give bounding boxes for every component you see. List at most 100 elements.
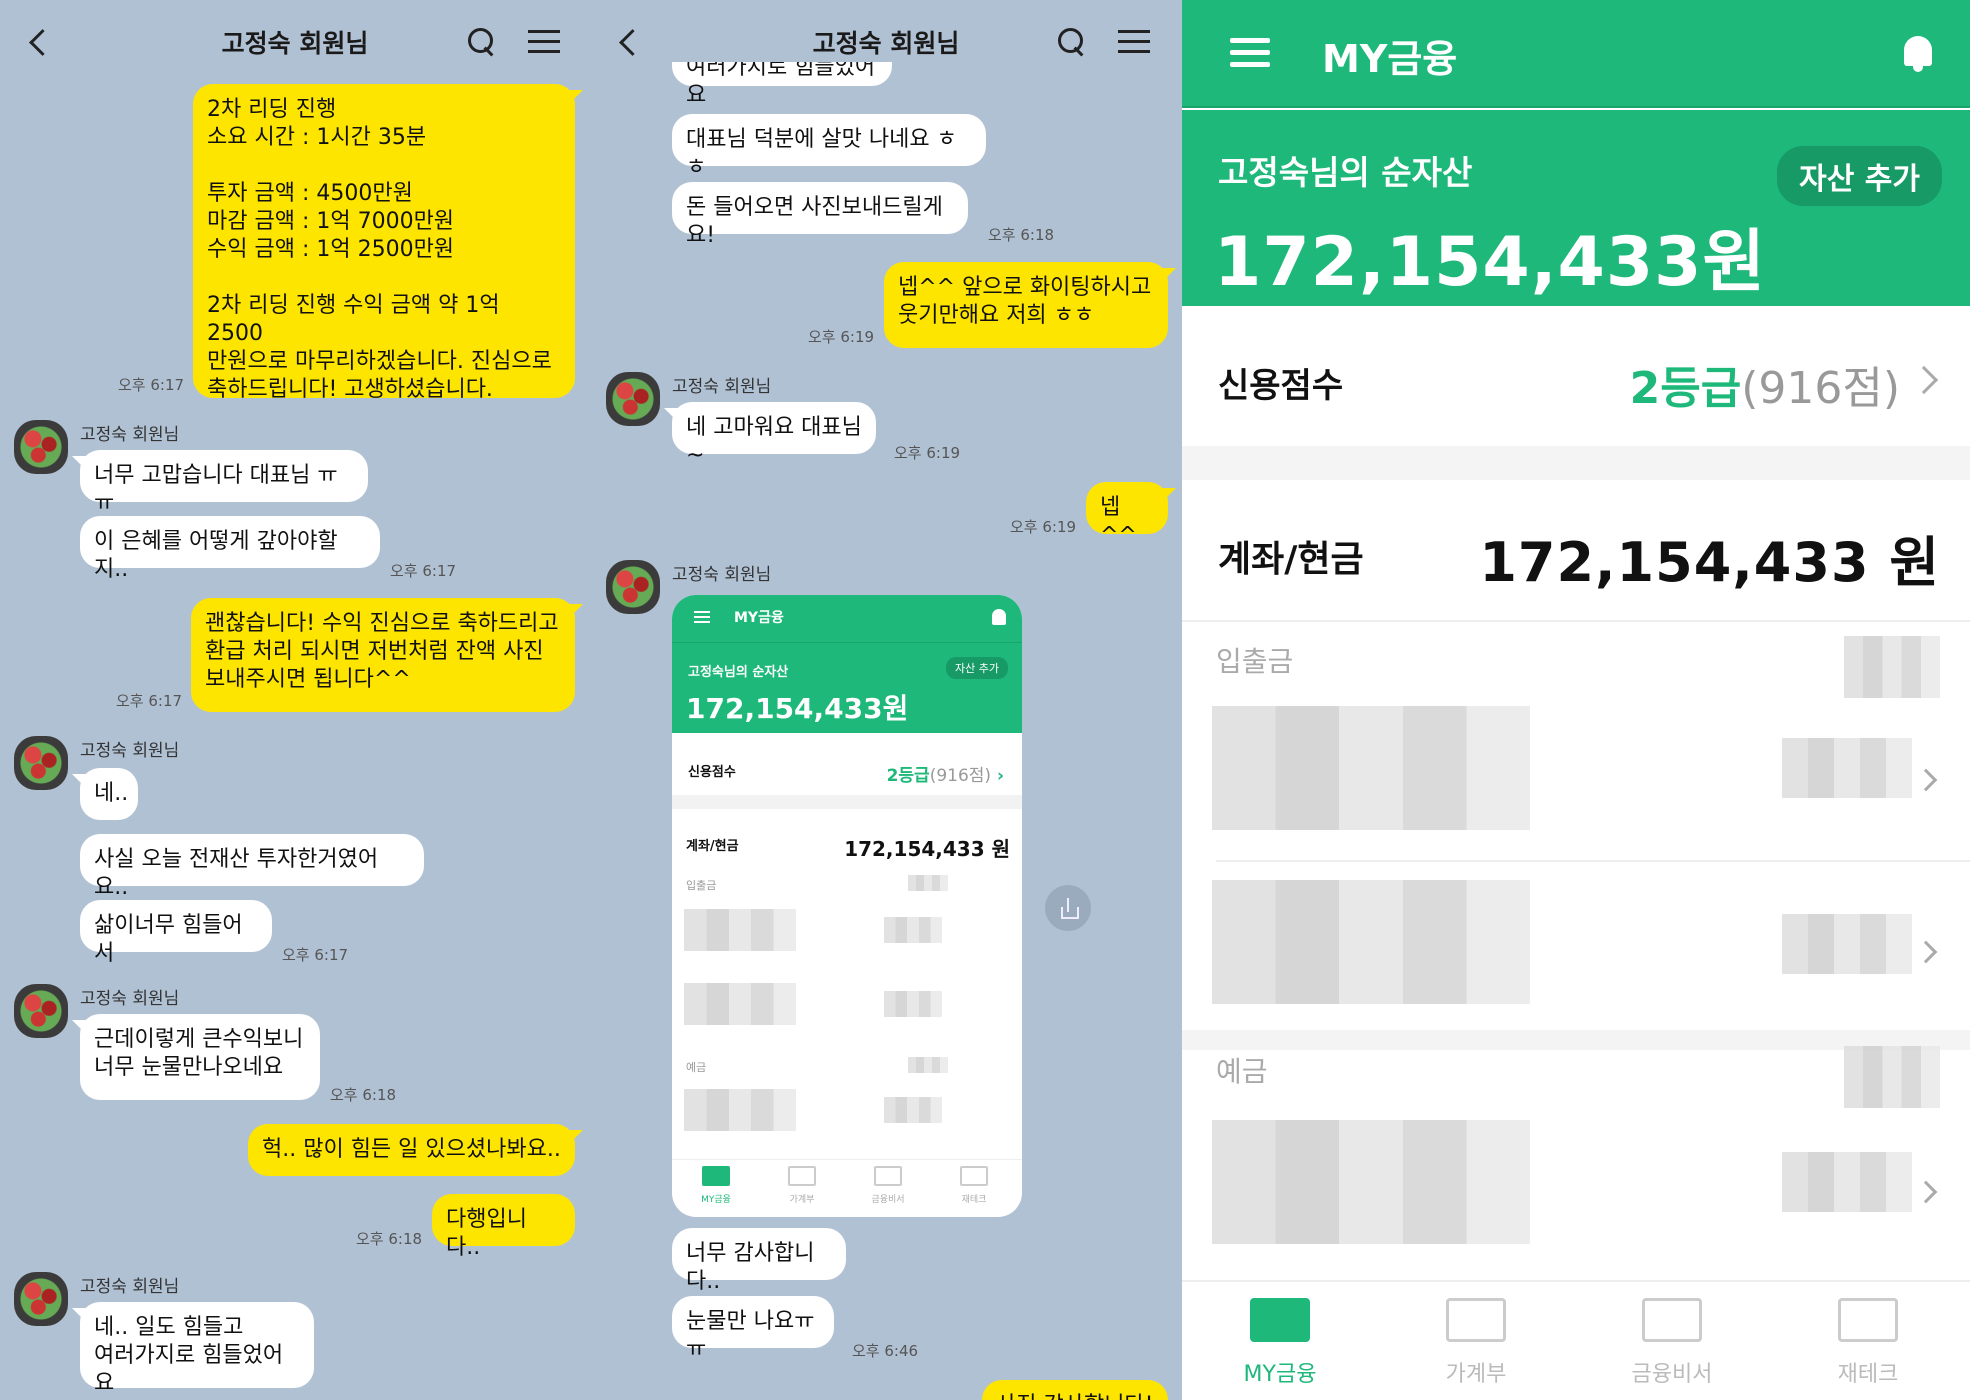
credit-grade: 2등급 [1629, 363, 1742, 414]
chat-bubble-theirs: 너무 고맙습니다 대표님 ㅠㅠ [72, 450, 368, 516]
sender-name: 고정숙 회원님 [672, 565, 772, 585]
avatar[interactable] [14, 420, 68, 474]
add-asset-button: 자산 추가 [946, 657, 1008, 679]
chevron-right-icon [1914, 1180, 1938, 1204]
chat-bubble-theirs: 네 고마워요 대표님~ [664, 402, 876, 468]
chat-bubble-theirs: 대표님 덕분에 살맛 나네요 ㅎㅎ [672, 114, 986, 180]
bottom-nav: MY금융 가계부 금융비서 재테크 [1182, 1280, 1970, 1400]
credit-points: (916점) [929, 766, 992, 786]
nav-my-finance: MY금융 [686, 1166, 746, 1205]
chat-bubble-mine: 다행입니다.. [432, 1194, 575, 1260]
chat-bubble-mine: 2차 리딩 진행 소요 시간 : 1시간 35분 투자 금액 : 4500만원 … [193, 84, 583, 402]
net-assets-label: 고정숙님의 순자산 [1218, 153, 1473, 192]
nav-household-book: 가계부 [772, 1166, 832, 1205]
app-title: MY금융 [1322, 37, 1458, 81]
blurred-content [1844, 636, 1940, 698]
blurred-content [1782, 1152, 1912, 1212]
nav-finance-assistant: 금융비서 [858, 1166, 918, 1205]
shared-screenshot-image[interactable]: MY금융 고정숙님의 순자산 자산 추가 172,154,433원 신용점수 2… [672, 595, 1022, 1217]
credit-score-row[interactable]: 신용점수 2등급(916점) [1182, 306, 1970, 446]
message-time: 오후 6:19 [894, 444, 961, 462]
sender-name: 고정숙 회원님 [672, 377, 772, 397]
account-cash-label: 계좌/현금 [1218, 539, 1364, 580]
sender-name: 고정숙 회원님 [80, 1277, 180, 1297]
document-icon [874, 1166, 902, 1186]
credit-score-row: 신용점수 2등급(916점) › [688, 765, 1004, 786]
message-time: 오후 6:19 [1010, 518, 1077, 536]
blurred-account-item[interactable] [1212, 706, 1530, 830]
credit-grade: 2등급 [886, 766, 930, 786]
chat-bubble-mine: 헉.. 많이 힘든 일 있으셨나봐요.. [248, 1124, 583, 1176]
chat-bubble-mine: 넵^^ 앞으로 화이팅하시고 웃기만해요 저희 ㅎㅎ [884, 262, 1176, 348]
credit-score-label: 신용점수 [1218, 366, 1344, 406]
chat-bubble-theirs: 이 은혜를 어떻게 갚아야할지.. [80, 516, 380, 582]
menu-icon [694, 611, 710, 624]
avatar[interactable] [14, 984, 68, 1038]
account-cash-row[interactable]: 계좌/현금 172,154,433 원 [1182, 480, 1970, 620]
transfer-icon [1446, 1298, 1506, 1342]
nav-investment: 재테크 [944, 1166, 1004, 1205]
sender-name: 고정숙 회원님 [80, 989, 180, 1009]
blurred-content [1782, 914, 1912, 974]
chat-bubble-theirs: 사실 오늘 전재산 투자한거였어요.. [80, 834, 424, 900]
blurred-content [908, 1057, 948, 1073]
message-time: 오후 6:17 [116, 692, 183, 710]
blurred-content [684, 1089, 796, 1131]
wallet-icon [702, 1166, 730, 1186]
nav-household-book[interactable]: 가계부 [1406, 1298, 1546, 1388]
chat-bubble-theirs: 네.. 일도 힘들고 여러가지로 힘들었어요 [72, 1302, 314, 1396]
account-cash-value: 172,154,433 원 [844, 837, 1010, 861]
message-time: 오후 6:17 [390, 562, 457, 580]
avatar[interactable] [606, 372, 660, 426]
section-deposits-withdrawals: 입출금 [1216, 645, 1294, 678]
nav-investment[interactable]: 재테크 [1798, 1298, 1938, 1388]
chat-bubble-mine: 사진 감사합니다! [982, 1380, 1168, 1400]
bell-icon [992, 609, 1006, 625]
nav-finance-assistant[interactable]: 금융비서 [1602, 1298, 1742, 1388]
chat-bubble-theirs: 너무 감사합니다.. [672, 1228, 846, 1294]
app-title: MY금융 [734, 610, 784, 626]
section-deposits-withdrawals: 입출금 [686, 879, 717, 892]
section-savings: 예금 [1216, 1055, 1268, 1088]
net-assets-total: 172,154,433원 [1214, 223, 1767, 302]
message-time: 오후 6:46 [852, 1342, 919, 1360]
transfer-icon [788, 1166, 816, 1186]
net-assets-label: 고정숙님의 순자산 [688, 665, 789, 680]
avatar[interactable] [14, 736, 68, 790]
blurred-account-item[interactable] [1212, 880, 1530, 1004]
menu-icon[interactable] [528, 28, 560, 54]
credit-points: (916점) [1741, 363, 1900, 414]
wallet-icon [1250, 1298, 1310, 1342]
account-cash-row: 계좌/현금 172,154,433 원 [672, 835, 1022, 861]
avatar[interactable] [606, 560, 660, 614]
star-icon [1838, 1298, 1898, 1342]
blurred-content [684, 983, 796, 1025]
search-icon[interactable] [466, 26, 498, 58]
nav-my-finance[interactable]: MY금융 [1210, 1298, 1350, 1388]
message-time: 오후 6:18 [330, 1086, 397, 1104]
share-icon[interactable] [1045, 885, 1091, 931]
avatar[interactable] [14, 1272, 68, 1326]
app-topbar: MY금융 [1182, 0, 1970, 108]
chat-bubble-theirs: 눈물만 나요ㅠㅠ [672, 1296, 834, 1362]
document-icon [1642, 1298, 1702, 1342]
bottom-nav: MY금융 가계부 금융비서 재테크 [672, 1159, 1022, 1217]
blurred-content [884, 1097, 942, 1123]
chat-bubble-theirs: 돈 들어오면 사진보내드릴게요! [672, 182, 968, 248]
message-time: 오후 6:18 [988, 226, 1055, 244]
message-time: 오후 6:17 [282, 946, 349, 964]
net-assets-total: 172,154,433원 [686, 692, 909, 725]
finance-app-panel: MY금융 고정숙님의 순자산 자산 추가 172,154,433원 신용점수 2… [1182, 0, 1970, 1400]
bell-icon[interactable] [1902, 34, 1934, 74]
message-time: 오후 6:18 [356, 1230, 423, 1248]
blurred-content [884, 917, 942, 943]
search-icon[interactable] [1056, 26, 1088, 58]
add-asset-button[interactable]: 자산 추가 [1777, 146, 1942, 206]
section-savings: 예금 [686, 1061, 707, 1074]
menu-icon[interactable] [1230, 38, 1270, 68]
message-time: 오후 6:17 [118, 376, 185, 394]
chat-bubble-mine: 넵^^ [1086, 482, 1176, 548]
menu-icon[interactable] [1118, 28, 1150, 54]
blurred-account-item[interactable] [1212, 1120, 1530, 1244]
blurred-content [1782, 738, 1912, 798]
